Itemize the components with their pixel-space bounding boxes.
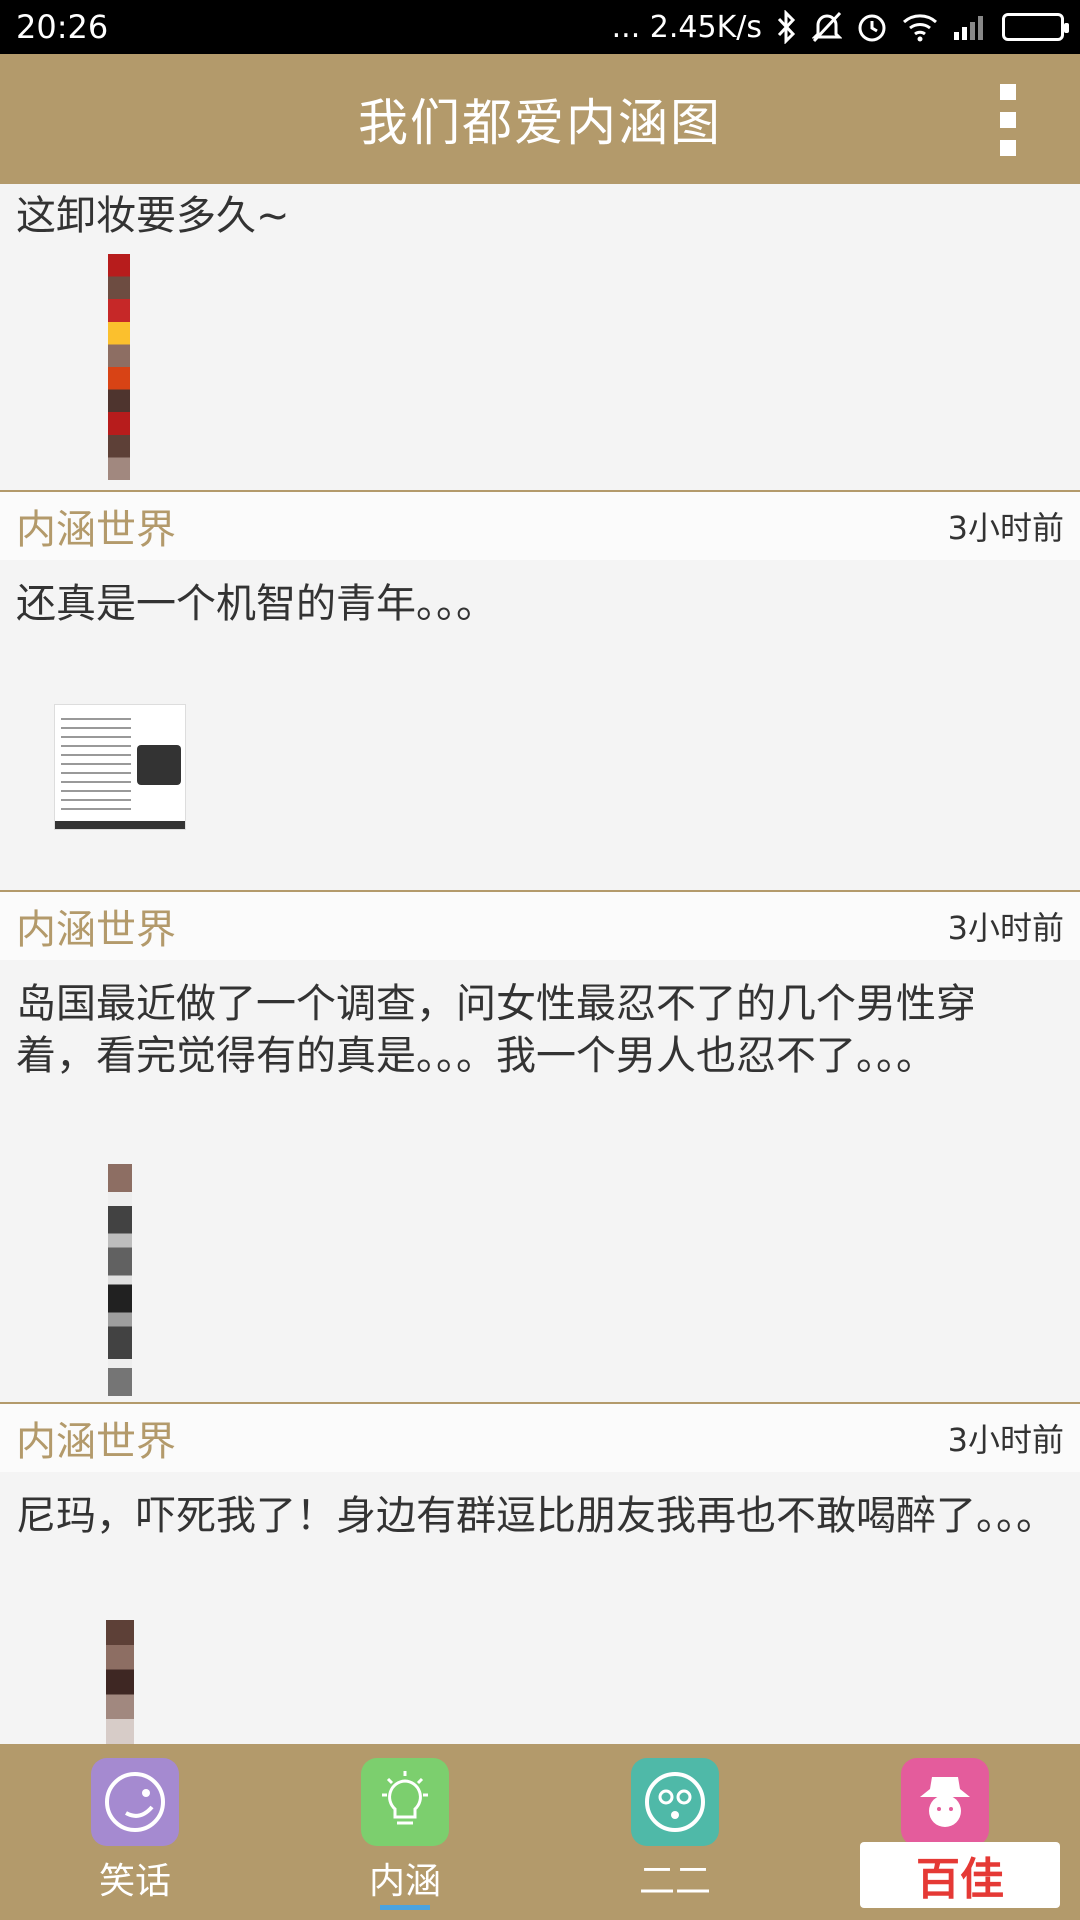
tab-erer[interactable]: 二二 [540, 1744, 810, 1920]
app-title: 我们都爱内涵图 [358, 94, 722, 152]
tab-label: 二二 [638, 1861, 711, 1902]
tab-jokes[interactable]: 笑话 [0, 1744, 270, 1920]
app-bar: 我们都爱内涵图 [0, 54, 1080, 184]
wifi-icon [902, 9, 938, 45]
item-author[interactable]: 内涵世界 [16, 897, 176, 955]
hat-face-icon [901, 1758, 989, 1846]
list-item[interactable]: 内涵世界 3小时前 还真是一个机智的青年。。。 [0, 492, 1080, 892]
bottom-nav: 笑话 内涵 二二 百佳 [0, 1744, 1080, 1920]
overflow-menu-icon[interactable] [1000, 84, 1020, 156]
item-header: 内涵世界 3小时前 [0, 492, 1080, 560]
joke-face-icon [91, 1758, 179, 1846]
item-text: 还真是一个机智的青年。。。 [16, 581, 496, 627]
watermark-text: 百佳 [916, 1854, 1004, 1905]
bluetooth-icon [776, 9, 798, 45]
item-text: 这卸妆要多久~ [16, 193, 290, 239]
item-time: 3小时前 [947, 1421, 1064, 1459]
item-author[interactable]: 内涵世界 [16, 497, 176, 555]
list-item[interactable]: 这卸妆要多久~ [0, 184, 1080, 492]
lightbulb-icon [361, 1758, 449, 1846]
mute-icon [812, 9, 842, 45]
item-body: 这卸妆要多久~ [0, 184, 1080, 490]
item-text: 岛国最近做了一个调查，问女性最忍不了的几个男性穿着，看完觉得有的真是。。。我一个… [16, 981, 976, 1079]
item-time: 3小时前 [947, 509, 1064, 547]
active-tab-indicator [380, 1905, 430, 1910]
feed-list[interactable]: 这卸妆要多久~ 内涵世界 3小时前 还真是一个机智的青年。。。 内涵世界 3小时… [0, 184, 1080, 1744]
item-image[interactable] [108, 254, 130, 480]
status-time: 20:26 [16, 8, 109, 46]
alarm-icon [856, 9, 888, 45]
item-image[interactable] [54, 704, 186, 830]
signal-icon [952, 9, 988, 45]
tab-neihan[interactable]: 内涵 [270, 1744, 540, 1920]
tab-label: 笑话 [98, 1861, 171, 1902]
item-text: 尼玛，吓死我了！身边有群逗比朋友我再也不敢喝醉了。。。 [16, 1493, 1056, 1539]
item-image[interactable] [108, 1164, 132, 1396]
item-image[interactable] [106, 1620, 134, 1744]
item-author[interactable]: 内涵世界 [16, 1409, 176, 1467]
battery-icon [1002, 9, 1069, 45]
status-bar: 20:26 ... 2.45K/s [0, 0, 1080, 54]
list-item[interactable]: 内涵世界 3小时前 尼玛，吓死我了！身边有群逗比朋友我再也不敢喝醉了。。。 [0, 1404, 1080, 1744]
item-header: 内涵世界 3小时前 [0, 1404, 1080, 1472]
item-header: 内涵世界 3小时前 [0, 892, 1080, 960]
network-speed: ... 2.45K/s [611, 9, 762, 45]
list-item[interactable]: 内涵世界 3小时前 岛国最近做了一个调查，问女性最忍不了的几个男性穿着，看完觉得… [0, 892, 1080, 1404]
item-body: 岛国最近做了一个调查，问女性最忍不了的几个男性穿着，看完觉得有的真是。。。我一个… [0, 960, 1080, 1402]
status-right: ... 2.45K/s [611, 9, 1069, 45]
watermark-logo: 百佳 [860, 1842, 1060, 1908]
item-time: 3小时前 [947, 909, 1064, 947]
tab-label: 内涵 [368, 1861, 441, 1902]
silly-face-icon [631, 1758, 719, 1846]
item-body: 尼玛，吓死我了！身边有群逗比朋友我再也不敢喝醉了。。。 [0, 1472, 1080, 1744]
